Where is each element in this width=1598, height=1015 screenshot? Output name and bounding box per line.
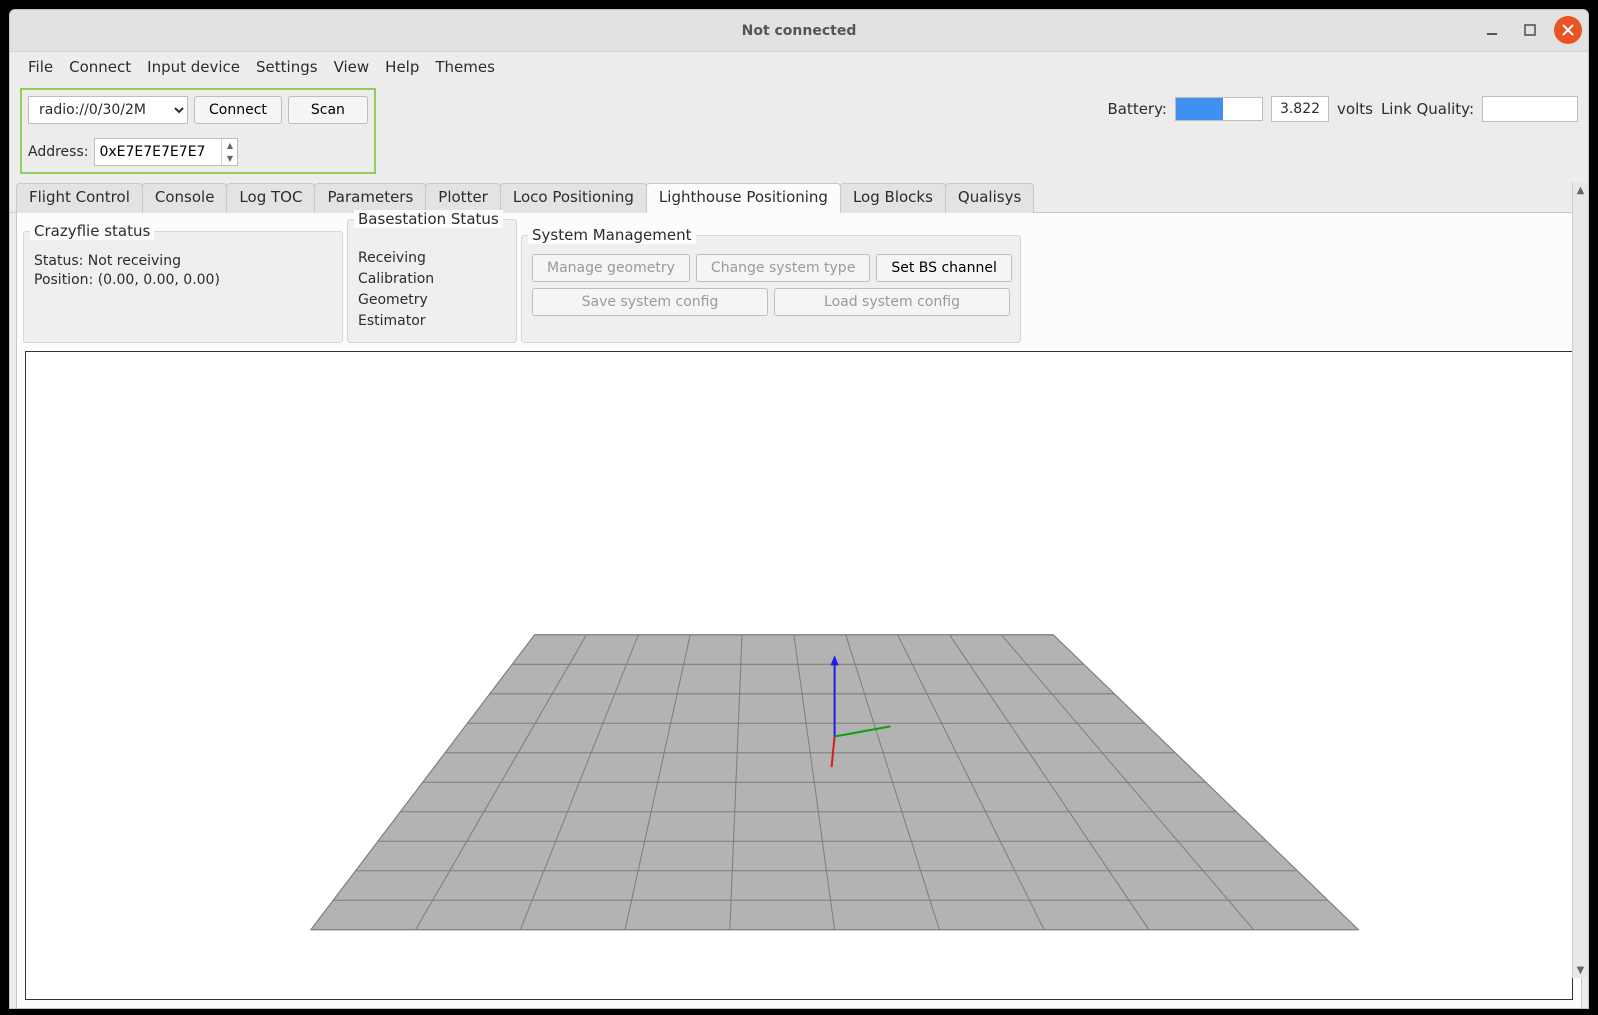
menu-settings[interactable]: Settings — [250, 56, 324, 78]
connect-button[interactable]: Connect — [194, 96, 282, 124]
tab-flight-control[interactable]: Flight Control — [16, 183, 143, 213]
battery-fill — [1176, 98, 1223, 120]
battery-bar — [1175, 97, 1263, 121]
tab-parameters[interactable]: Parameters — [314, 183, 426, 213]
uri-combo[interactable]: radio://0/30/2M — [28, 96, 188, 124]
crazyflie-status-title: Crazyflie status — [30, 222, 154, 240]
manage-geometry-button[interactable]: Manage geometry — [532, 254, 690, 282]
titlebar: Not connected — [10, 10, 1588, 52]
link-quality-value — [1482, 96, 1578, 122]
3d-viewport[interactable] — [25, 351, 1573, 1000]
tab-log-blocks[interactable]: Log Blocks — [840, 183, 946, 213]
menu-help[interactable]: Help — [379, 56, 425, 78]
battery-label: Battery: — [1107, 100, 1166, 118]
menu-file[interactable]: File — [22, 56, 59, 78]
minimize-button[interactable] — [1478, 16, 1506, 44]
chevron-up-icon[interactable]: ▲ — [222, 139, 237, 152]
basestation-status-title: Basestation Status — [354, 210, 503, 228]
bs-item-receiving: Receiving — [358, 248, 506, 269]
status-area: Battery: 3.822 volts Link Quality: — [1107, 88, 1578, 122]
change-system-type-button[interactable]: Change system type — [696, 254, 870, 282]
crazyflie-status-group: Crazyflie status Status: Not receiving P… — [23, 231, 343, 343]
scroll-up-icon[interactable]: ▲ — [1573, 182, 1588, 198]
menu-input-device[interactable]: Input device — [141, 56, 246, 78]
menu-view[interactable]: View — [328, 56, 376, 78]
save-system-config-button[interactable]: Save system config — [532, 288, 768, 316]
volts-value: 3.822 — [1271, 96, 1329, 122]
set-bs-channel-button[interactable]: Set BS channel — [876, 254, 1012, 282]
close-button[interactable] — [1554, 16, 1582, 44]
position-value: (0.00, 0.00, 0.00) — [98, 272, 220, 288]
position-label: Position: — [34, 272, 93, 288]
system-management-title: System Management — [528, 226, 696, 244]
basestation-status-group: Basestation Status Receiving Calibration… — [347, 219, 517, 343]
address-spinner[interactable]: ▲ ▼ — [221, 139, 237, 165]
connection-panel: radio://0/30/2M Connect Scan Address: ▲ … — [20, 88, 376, 174]
tab-content: Crazyflie status Status: Not receiving P… — [16, 213, 1582, 1009]
tab-plotter[interactable]: Plotter — [425, 183, 501, 213]
bs-item-geometry: Geometry — [358, 290, 506, 311]
chevron-down-icon[interactable]: ▼ — [222, 152, 237, 165]
link-quality-label: Link Quality: — [1381, 100, 1474, 118]
status-value: Not receiving — [88, 253, 181, 269]
tab-log-toc[interactable]: Log TOC — [226, 183, 315, 213]
toolbar: radio://0/30/2M Connect Scan Address: ▲ … — [10, 82, 1588, 174]
menu-connect[interactable]: Connect — [63, 56, 137, 78]
window-title: Not connected — [742, 23, 857, 39]
tab-qualisys[interactable]: Qualisys — [945, 183, 1034, 213]
system-management-group: System Management Manage geometry Change… — [521, 235, 1021, 343]
address-label: Address: — [28, 144, 88, 160]
address-input[interactable] — [95, 139, 221, 165]
vertical-scrollbar[interactable]: ▲ ▼ — [1572, 182, 1588, 978]
scan-button[interactable]: Scan — [288, 96, 368, 124]
menu-themes[interactable]: Themes — [429, 56, 501, 78]
status-label: Status: — [34, 253, 83, 269]
address-field[interactable]: ▲ ▼ — [94, 138, 238, 166]
bs-item-calibration: Calibration — [358, 269, 506, 290]
maximize-button[interactable] — [1516, 16, 1544, 44]
tab-console[interactable]: Console — [142, 183, 228, 213]
scroll-down-icon[interactable]: ▼ — [1573, 962, 1588, 978]
tab-lighthouse-positioning[interactable]: Lighthouse Positioning — [646, 183, 841, 213]
menu-bar: File Connect Input device Settings View … — [10, 52, 1588, 82]
tab-loco-positioning[interactable]: Loco Positioning — [500, 183, 647, 213]
volts-label: volts — [1337, 100, 1373, 118]
load-system-config-button[interactable]: Load system config — [774, 288, 1010, 316]
tab-bar: Flight Control Console Log TOC Parameter… — [10, 182, 1588, 213]
bs-item-estimator: Estimator — [358, 311, 506, 332]
